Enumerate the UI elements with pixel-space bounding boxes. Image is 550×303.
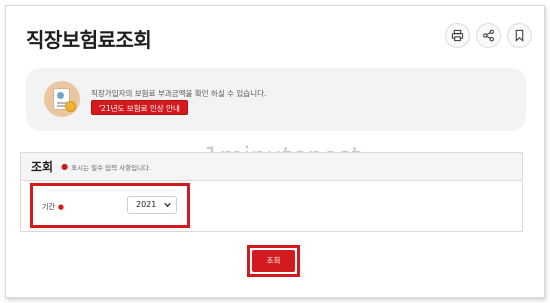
period-label: 기간 ● <box>42 203 64 211</box>
search-title: 조회 <box>31 160 54 174</box>
share-button[interactable] <box>476 23 501 48</box>
print-icon <box>451 29 464 42</box>
chevron-down-icon <box>164 202 171 208</box>
notice-text: 직장가입자의 보험료 부과금액을 확인 하실 수 있습니다. <box>91 89 267 98</box>
search-header: 조회 ● 표시는 필수 입력 사항입니다. <box>21 153 522 181</box>
page-title: 직장보험료조회 <box>26 28 152 52</box>
print-button[interactable] <box>445 23 470 48</box>
page-tools <box>445 23 532 48</box>
share-icon <box>483 29 494 42</box>
document-person-icon <box>44 81 80 117</box>
bookmark-icon <box>515 29 524 42</box>
bookmark-button[interactable] <box>507 23 532 48</box>
year-select[interactable]: 2021 <box>127 196 177 214</box>
period-required-mark: ● <box>57 203 64 211</box>
search-submit-button[interactable]: 조회 <box>252 250 295 272</box>
premium-increase-notice-button[interactable]: '21년도 보험료 인상 안내 <box>91 100 188 115</box>
required-note: 표시는 필수 입력 사항입니다. <box>71 163 152 172</box>
notice-box: 직장가입자의 보험료 부과금액을 확인 하실 수 있습니다. '21년도 보험료… <box>26 68 526 131</box>
year-select-value: 2021 <box>136 200 157 209</box>
required-mark: ● <box>61 162 69 171</box>
